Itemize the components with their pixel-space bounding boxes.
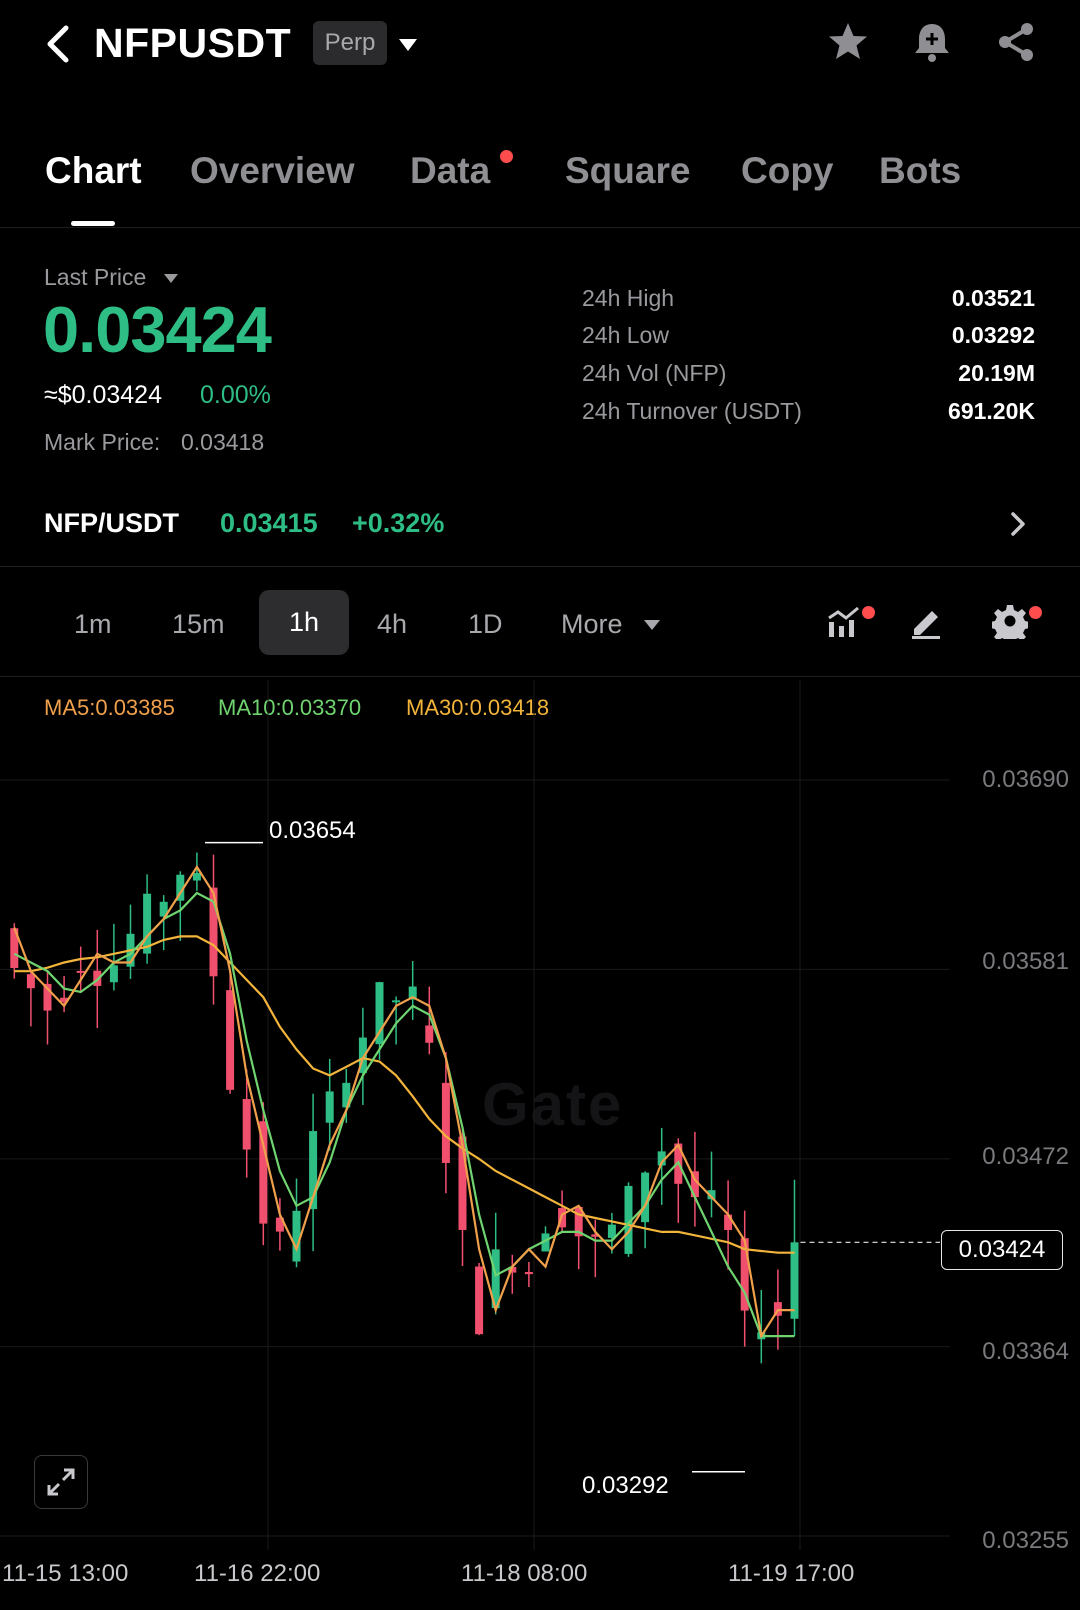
stat-24h-low-label: 24h Low — [582, 322, 669, 348]
candle-body — [425, 1025, 434, 1043]
chevron-right-icon[interactable] — [1008, 510, 1028, 538]
tab-overview[interactable]: Overview — [190, 150, 355, 192]
fullscreen-expand-icon[interactable] — [34, 1455, 88, 1509]
active-tab-indicator — [71, 221, 115, 226]
price-alert-bell-icon[interactable] — [910, 20, 954, 64]
y-axis-tick: 0.03581 — [982, 948, 1069, 975]
y-axis-tick: 0.03364 — [982, 1338, 1069, 1365]
symbol-dropdown-caret-icon[interactable] — [398, 38, 418, 52]
spot-pair-label[interactable]: NFP/USDT — [44, 508, 179, 539]
spot-change: +0.32% — [352, 508, 445, 538]
settings-notification-dot — [1029, 606, 1042, 619]
interval-more[interactable]: More — [561, 609, 623, 649]
symbol-title[interactable]: NFPUSDT — [94, 20, 291, 67]
candle-body — [441, 1082, 450, 1163]
x-axis-tick: 11-16 22:00 — [194, 1560, 321, 1587]
x-axis-tick: 11-15 13:00 — [2, 1560, 129, 1587]
period-low-marker: 0.03292 — [582, 1472, 669, 1499]
current-price-tag[interactable]: 0.03424 — [941, 1230, 1063, 1270]
price-change-percent: 0.00% — [200, 381, 271, 409]
tab-square[interactable]: Square — [565, 150, 690, 192]
candle-body — [76, 970, 85, 973]
stat-24h-high-label: 24h High — [582, 285, 675, 311]
interval-1h[interactable]: 1h — [259, 590, 349, 655]
mark-price-value: 0.03418 — [181, 429, 265, 455]
candle-body — [226, 990, 235, 1090]
interval-4h[interactable]: 4h — [377, 609, 407, 649]
candle-body — [392, 1000, 401, 1003]
back-arrow-icon[interactable] — [40, 22, 76, 66]
candle-body — [192, 872, 201, 881]
y-axis-tick: 0.03690 — [982, 766, 1069, 793]
tabs-divider — [0, 227, 1080, 228]
last-price-dropdown-caret-icon[interactable] — [164, 274, 178, 284]
candle-body — [242, 1099, 251, 1150]
y-axis-tick: 0.03472 — [982, 1143, 1069, 1170]
tab-data-notification-dot — [500, 150, 513, 163]
more-dropdown-caret-icon[interactable] — [643, 619, 661, 631]
x-axis-tick: 11-18 08:00 — [461, 1560, 588, 1587]
stat-24h-vol-label: 24h Vol (NFP) — [582, 360, 727, 386]
share-icon[interactable] — [994, 20, 1038, 64]
stat-24h-vol-value: 20.19M — [958, 360, 1035, 386]
stat-24h-turnover-value: 691.20K — [948, 398, 1035, 424]
candle-body — [475, 1266, 484, 1335]
tab-copy[interactable]: Copy — [741, 150, 834, 192]
candle-body — [524, 1271, 533, 1275]
tab-bots[interactable]: Bots — [879, 150, 961, 192]
candle-body — [109, 965, 118, 983]
indicators-notification-dot — [862, 606, 875, 619]
spot-price: 0.03415 — [220, 508, 318, 538]
candle-body — [607, 1224, 616, 1238]
stat-24h-turnover-label: 24h Turnover (USDT) — [582, 398, 802, 424]
spot-divider — [0, 566, 1080, 567]
last-price-value: 0.03424 — [43, 293, 272, 366]
settings-gear-icon[interactable] — [992, 603, 1028, 639]
candlestick-chart[interactable] — [0, 662, 1080, 1610]
mark-price-label: Mark Price: — [44, 429, 161, 455]
contract-type-badge[interactable]: Perp — [313, 21, 387, 65]
candle-body — [325, 1091, 334, 1123]
indicators-icon[interactable] — [826, 604, 862, 640]
y-axis-tick: 0.03255 — [982, 1527, 1069, 1554]
period-high-marker: 0.03654 — [269, 817, 356, 844]
interval-15m[interactable]: 15m — [172, 609, 225, 649]
interval-1d[interactable]: 1D — [468, 609, 503, 649]
interval-1m[interactable]: 1m — [74, 609, 112, 649]
ma30-line — [14, 935, 795, 1254]
favorite-star-icon[interactable] — [826, 20, 870, 64]
tab-data[interactable]: Data — [410, 150, 490, 192]
candle-body — [26, 974, 35, 989]
tab-chart[interactable]: Chart — [45, 150, 142, 192]
x-axis-tick: 11-19 17:00 — [728, 1560, 855, 1587]
candle-body — [292, 1210, 301, 1262]
draw-pencil-icon[interactable] — [908, 603, 944, 639]
usd-price: ≈$0.03424 — [44, 381, 162, 409]
stat-24h-high-value: 0.03521 — [951, 285, 1035, 311]
stat-24h-low-value: 0.03292 — [951, 322, 1035, 348]
last-price-label[interactable]: Last Price — [44, 264, 146, 291]
